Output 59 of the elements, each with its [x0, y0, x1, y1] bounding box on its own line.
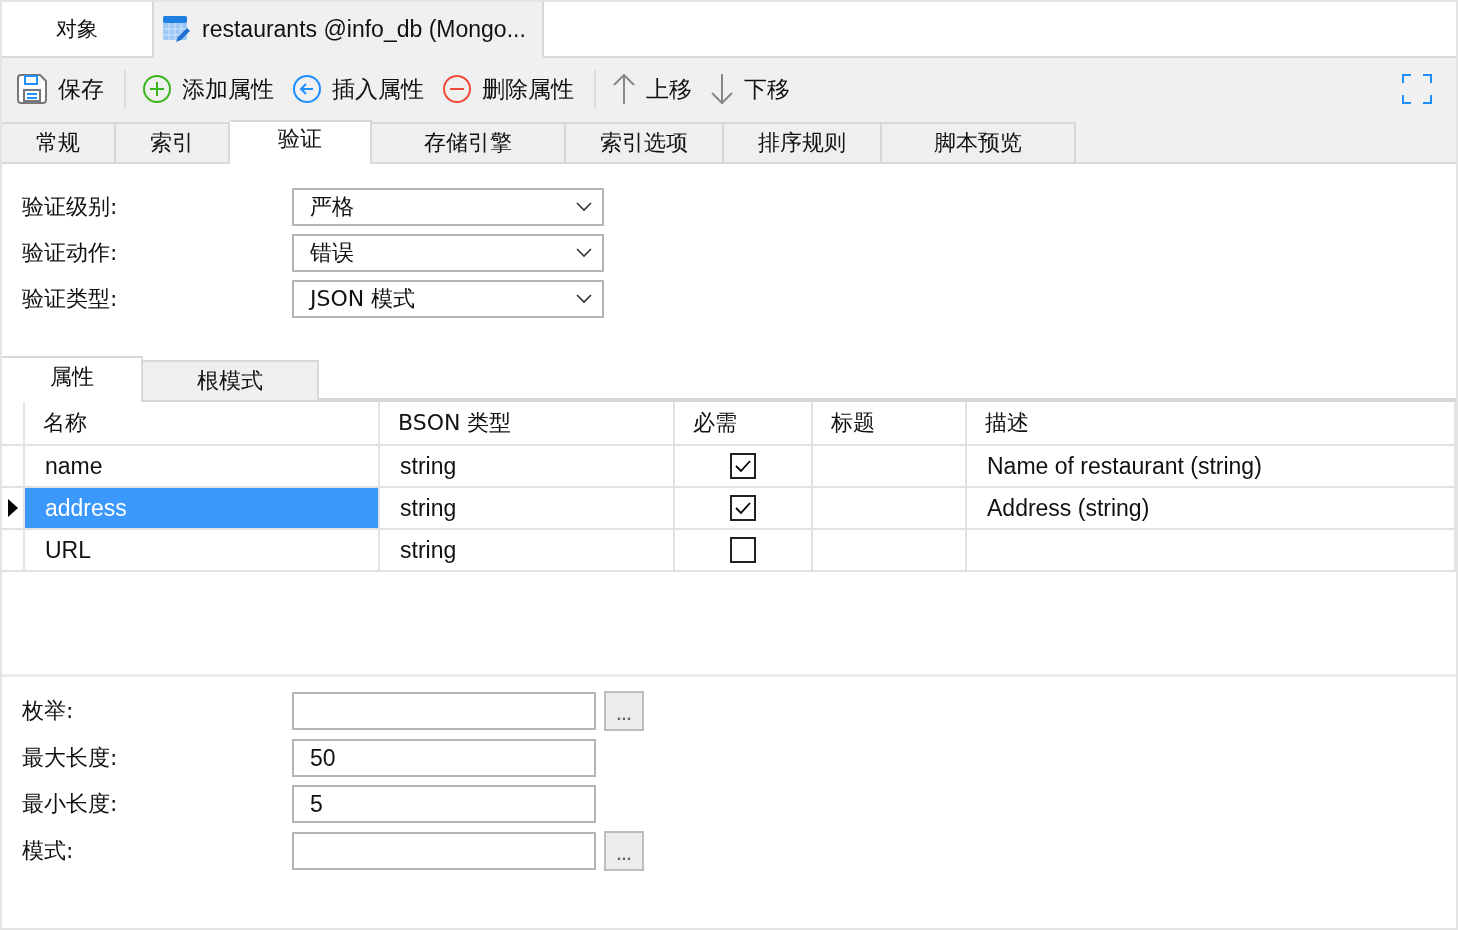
- table-cell: Name of restaurant (string): [987, 452, 1262, 480]
- table-cell: string: [380, 488, 675, 528]
- tab[interactable]: 常规: [2, 122, 116, 162]
- field-label: 验证类型:: [22, 285, 119, 313]
- field-label: 验证级别:: [22, 193, 119, 221]
- tab[interactable]: 索引: [116, 122, 230, 162]
- browse-button[interactable]: ...: [604, 691, 644, 731]
- input-field[interactable]: [292, 692, 596, 730]
- document-tab[interactable]: restaurants @info_db (Mongo...: [154, 2, 544, 58]
- chevron-down-icon: [576, 294, 592, 304]
- field-label: 验证动作:: [22, 239, 119, 267]
- field-label: 枚举:: [22, 697, 75, 725]
- tab[interactable]: 属性: [2, 356, 143, 402]
- tab[interactable]: 存储引擎: [372, 122, 566, 162]
- field-label: 最大长度:: [22, 744, 119, 772]
- column-header: 必需: [675, 402, 813, 444]
- input-field[interactable]: 5: [292, 785, 596, 823]
- column-header: 描述: [967, 402, 1456, 444]
- dropdown[interactable]: 严格: [292, 188, 604, 226]
- table-cell: string: [380, 446, 675, 486]
- dropdown[interactable]: JSON 模式: [292, 280, 604, 318]
- chevron-down-icon: [576, 202, 592, 212]
- toolbar-button[interactable]: 下移: [708, 73, 800, 105]
- fullscreen-icon[interactable]: [1402, 74, 1432, 104]
- checkbox[interactable]: [730, 495, 756, 521]
- checkbox[interactable]: [730, 537, 756, 563]
- toolbar-button[interactable]: 上移: [610, 73, 702, 105]
- browse-button[interactable]: ...: [604, 831, 644, 871]
- save-icon: [16, 73, 48, 105]
- tab[interactable]: 排序规则: [724, 122, 882, 162]
- tab[interactable]: 验证: [230, 120, 372, 164]
- down-arrow-icon: [710, 73, 734, 105]
- table-cell: URL: [25, 530, 380, 570]
- up-arrow-icon: [612, 73, 636, 105]
- column-header: 名称: [25, 402, 380, 444]
- row-pointer-icon: [6, 498, 19, 518]
- input-field[interactable]: 50: [292, 739, 596, 777]
- field-label: 最小长度:: [22, 790, 119, 818]
- dropdown[interactable]: 错误: [292, 234, 604, 272]
- table-cell: string: [380, 530, 675, 570]
- table-cell: address: [25, 488, 380, 528]
- table-cell: name: [25, 446, 380, 486]
- toolbar-button[interactable]: 插入属性: [290, 73, 434, 105]
- toolbar-button[interactable]: 保存: [14, 73, 114, 105]
- table-edit-icon: [162, 14, 192, 44]
- tab[interactable]: 索引选项: [566, 122, 724, 162]
- checkbox[interactable]: [730, 453, 756, 479]
- field-label: 模式:: [22, 837, 75, 865]
- input-field[interactable]: [292, 832, 596, 870]
- add-icon: [142, 74, 172, 104]
- toolbar-button[interactable]: 添加属性: [140, 73, 284, 105]
- toolbar-button[interactable]: 删除属性: [440, 73, 584, 105]
- table-cell: Address (string): [987, 494, 1150, 522]
- chevron-down-icon: [576, 248, 592, 258]
- tab[interactable]: 根模式: [143, 360, 319, 400]
- column-header: 标题: [813, 402, 967, 444]
- column-header: BSON 类型: [380, 402, 675, 444]
- tab[interactable]: 脚本预览: [882, 122, 1076, 162]
- remove-icon: [442, 74, 472, 104]
